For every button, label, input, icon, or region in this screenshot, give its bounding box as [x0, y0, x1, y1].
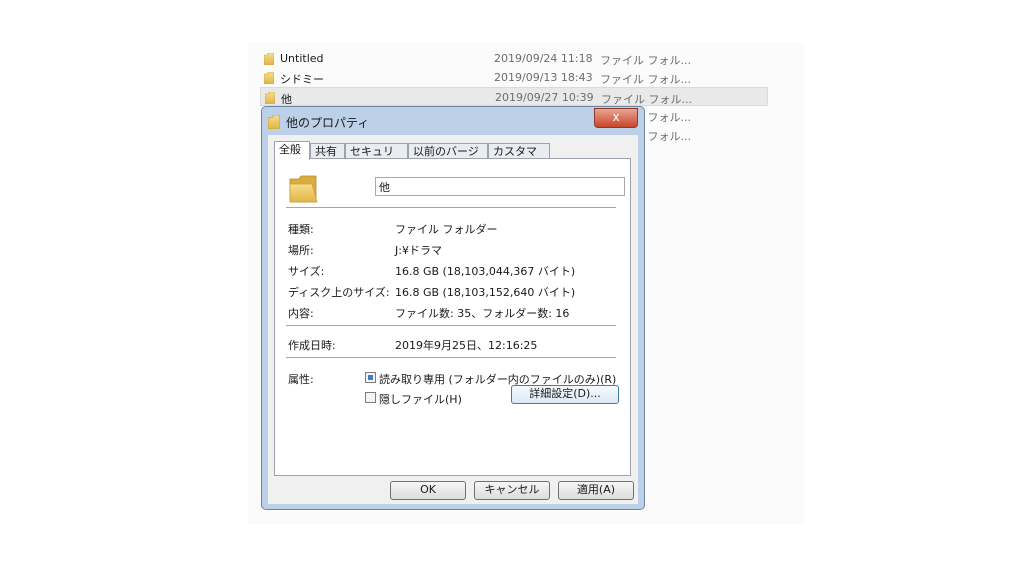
file-type: ファイル フォル...: [601, 93, 692, 106]
tab-previous-versions[interactable]: 以前のバージョン: [408, 143, 488, 173]
disk-size-label: ディスク上のサイズ:: [288, 286, 390, 299]
type-value: ファイル フォルダー: [395, 223, 498, 236]
close-button[interactable]: x: [594, 108, 638, 128]
folder-icon: [264, 72, 274, 84]
folder-icon: [268, 115, 280, 129]
ok-button[interactable]: OK: [390, 481, 466, 500]
readonly-checkbox[interactable]: [365, 372, 376, 383]
created-value: 2019年9月25日、12:16:25: [395, 339, 538, 352]
advanced-button[interactable]: 詳細設定(D)...: [511, 385, 619, 404]
divider: [286, 207, 616, 209]
apply-button[interactable]: 適用(A): [558, 481, 634, 500]
folder-name-input[interactable]: [375, 177, 625, 196]
file-date: 2019/09/27 10:39: [495, 91, 594, 104]
tab-security[interactable]: セキュリティ: [345, 143, 408, 173]
folder-icon: [265, 92, 275, 104]
hidden-checkbox[interactable]: [365, 392, 376, 403]
file-type: ファイル フォル...: [600, 54, 691, 67]
size-label: サイズ:: [288, 265, 325, 278]
dialog-client: 全般 共有 セキュリティ 以前のバージョン カスタマイズ 種類: ファイル フォ…: [268, 135, 638, 504]
divider: [286, 325, 616, 327]
folder-icon: [264, 53, 274, 65]
file-row-shidomi[interactable]: シドミー 2019/09/13 18:43 ファイル フォル...: [260, 68, 768, 87]
file-name: 他: [281, 93, 292, 106]
created-label: 作成日時:: [288, 339, 336, 352]
tab-general[interactable]: 全般: [274, 141, 310, 160]
general-panel: 種類: ファイル フォルダー 場所: J:¥ドラマ サイズ: 16.8 GB (…: [274, 158, 631, 476]
close-icon: x: [612, 110, 620, 124]
file-row-untitled[interactable]: Untitled 2019/09/24 11:18 ファイル フォル...: [260, 49, 768, 68]
file-name: シドミー: [280, 73, 324, 86]
folder-icon: [289, 175, 318, 203]
attributes-label: 属性:: [288, 373, 314, 386]
file-date: 2019/09/13 18:43: [494, 71, 593, 84]
location-label: 場所:: [288, 244, 314, 257]
contents-value: ファイル数: 35、フォルダー数: 16: [395, 307, 570, 320]
size-value: 16.8 GB (18,103,044,367 バイト): [395, 265, 576, 278]
tab-customize[interactable]: カスタマイズ: [488, 143, 550, 173]
properties-dialog: 他のプロパティ x 全般 共有 セキュリティ 以前のバージョン カスタマイズ 種…: [261, 106, 645, 510]
divider: [286, 357, 616, 359]
cancel-button[interactable]: キャンセル: [474, 481, 550, 500]
disk-size-value: 16.8 GB (18,103,152,640 バイト): [395, 286, 576, 299]
dialog-title: 他のプロパティ: [286, 116, 370, 130]
file-date: 2019/09/24 11:18: [494, 52, 593, 65]
contents-label: 内容:: [288, 307, 314, 320]
file-type: ファイル フォル...: [600, 73, 691, 86]
file-name: Untitled: [280, 52, 324, 65]
file-row-selected[interactable]: 他 2019/09/27 10:39 ファイル フォル...: [260, 87, 768, 106]
location-value: J:¥ドラマ: [395, 244, 442, 257]
tab-sharing[interactable]: 共有: [310, 143, 345, 159]
hidden-label[interactable]: 隠しファイル(H): [379, 391, 462, 407]
type-label: 種類:: [288, 223, 314, 236]
